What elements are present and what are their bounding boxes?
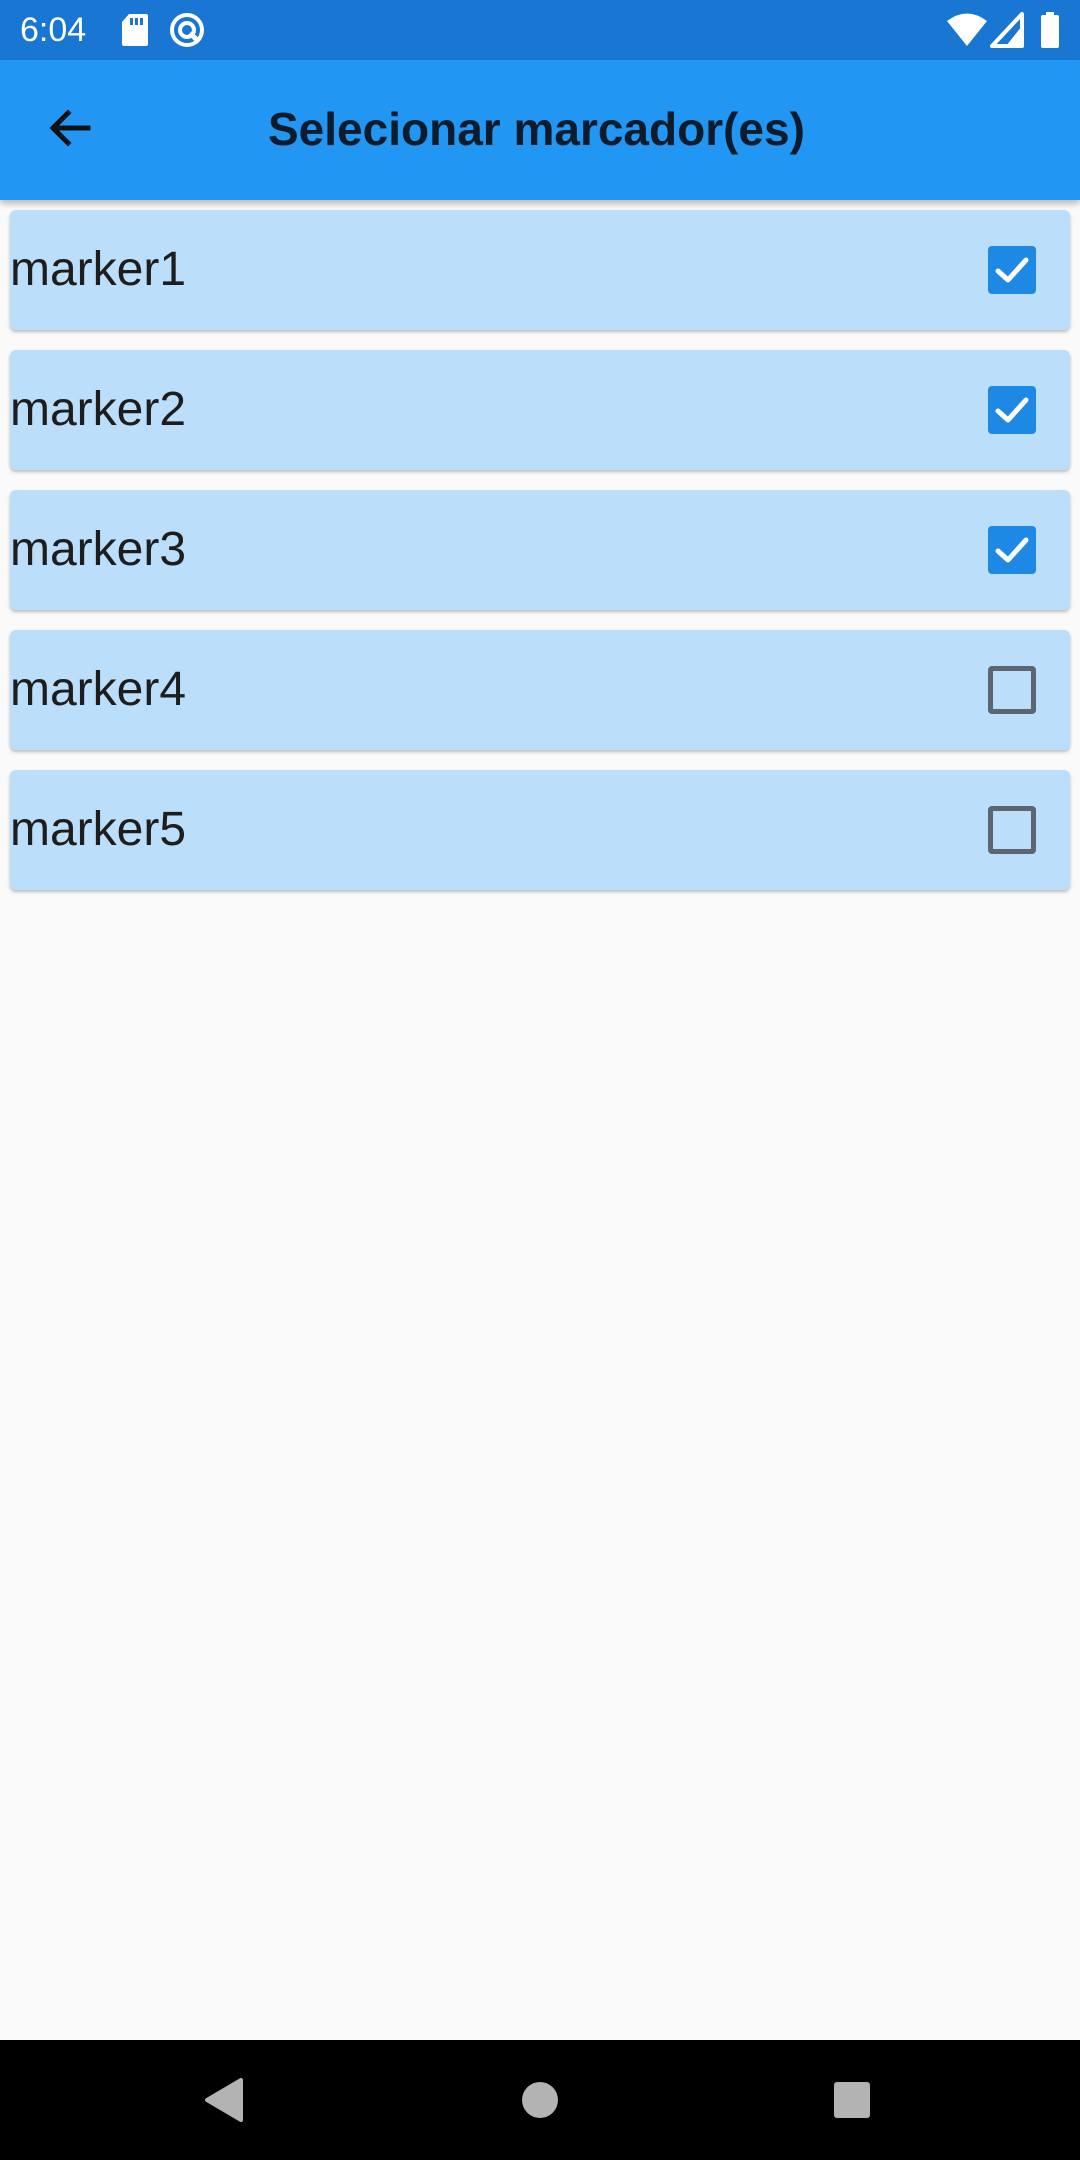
marker-checkbox[interactable] xyxy=(988,806,1036,854)
check-icon xyxy=(995,537,1029,563)
marker-checkbox[interactable] xyxy=(988,386,1036,434)
marker-label: marker3 xyxy=(10,523,187,576)
status-time: 6:04 xyxy=(20,11,87,49)
marker-label: marker5 xyxy=(10,803,187,856)
list-item-marker1[interactable]: marker1 xyxy=(10,210,1070,330)
marker-label: marker1 xyxy=(10,243,187,296)
back-button[interactable] xyxy=(30,90,110,170)
page-title: Selecionar marcador(es) xyxy=(268,103,805,155)
sd-card-icon xyxy=(120,12,150,48)
back-triangle-icon[interactable] xyxy=(195,2070,255,2130)
marker-checkbox[interactable] xyxy=(988,666,1036,714)
marker-checkbox[interactable] xyxy=(988,246,1036,294)
check-icon xyxy=(995,257,1029,283)
marker-list: marker1 marker2 marker3 marker4 marker5 xyxy=(10,210,1070,910)
battery-icon xyxy=(1040,12,1060,48)
list-item-marker2[interactable]: marker2 xyxy=(10,350,1070,470)
list-item-marker3[interactable]: marker3 xyxy=(10,490,1070,610)
system-nav-bar xyxy=(0,2040,1080,2160)
marker-checkbox[interactable] xyxy=(988,526,1036,574)
list-item-marker4[interactable]: marker4 xyxy=(10,630,1070,750)
status-bar: 6:04 xyxy=(0,0,1080,60)
marker-label: marker2 xyxy=(10,383,187,436)
app-bar: Selecionar marcador(es) xyxy=(0,60,1080,200)
marker-label: marker4 xyxy=(10,663,187,716)
arrow-back-icon xyxy=(46,104,94,157)
cellular-signal-icon xyxy=(990,12,1024,48)
recents-square-icon[interactable] xyxy=(822,2070,882,2130)
sync-icon xyxy=(168,12,206,48)
list-item-marker5[interactable]: marker5 xyxy=(10,770,1070,890)
wifi-icon xyxy=(946,12,988,48)
check-icon xyxy=(995,397,1029,423)
home-circle-icon[interactable] xyxy=(510,2070,570,2130)
